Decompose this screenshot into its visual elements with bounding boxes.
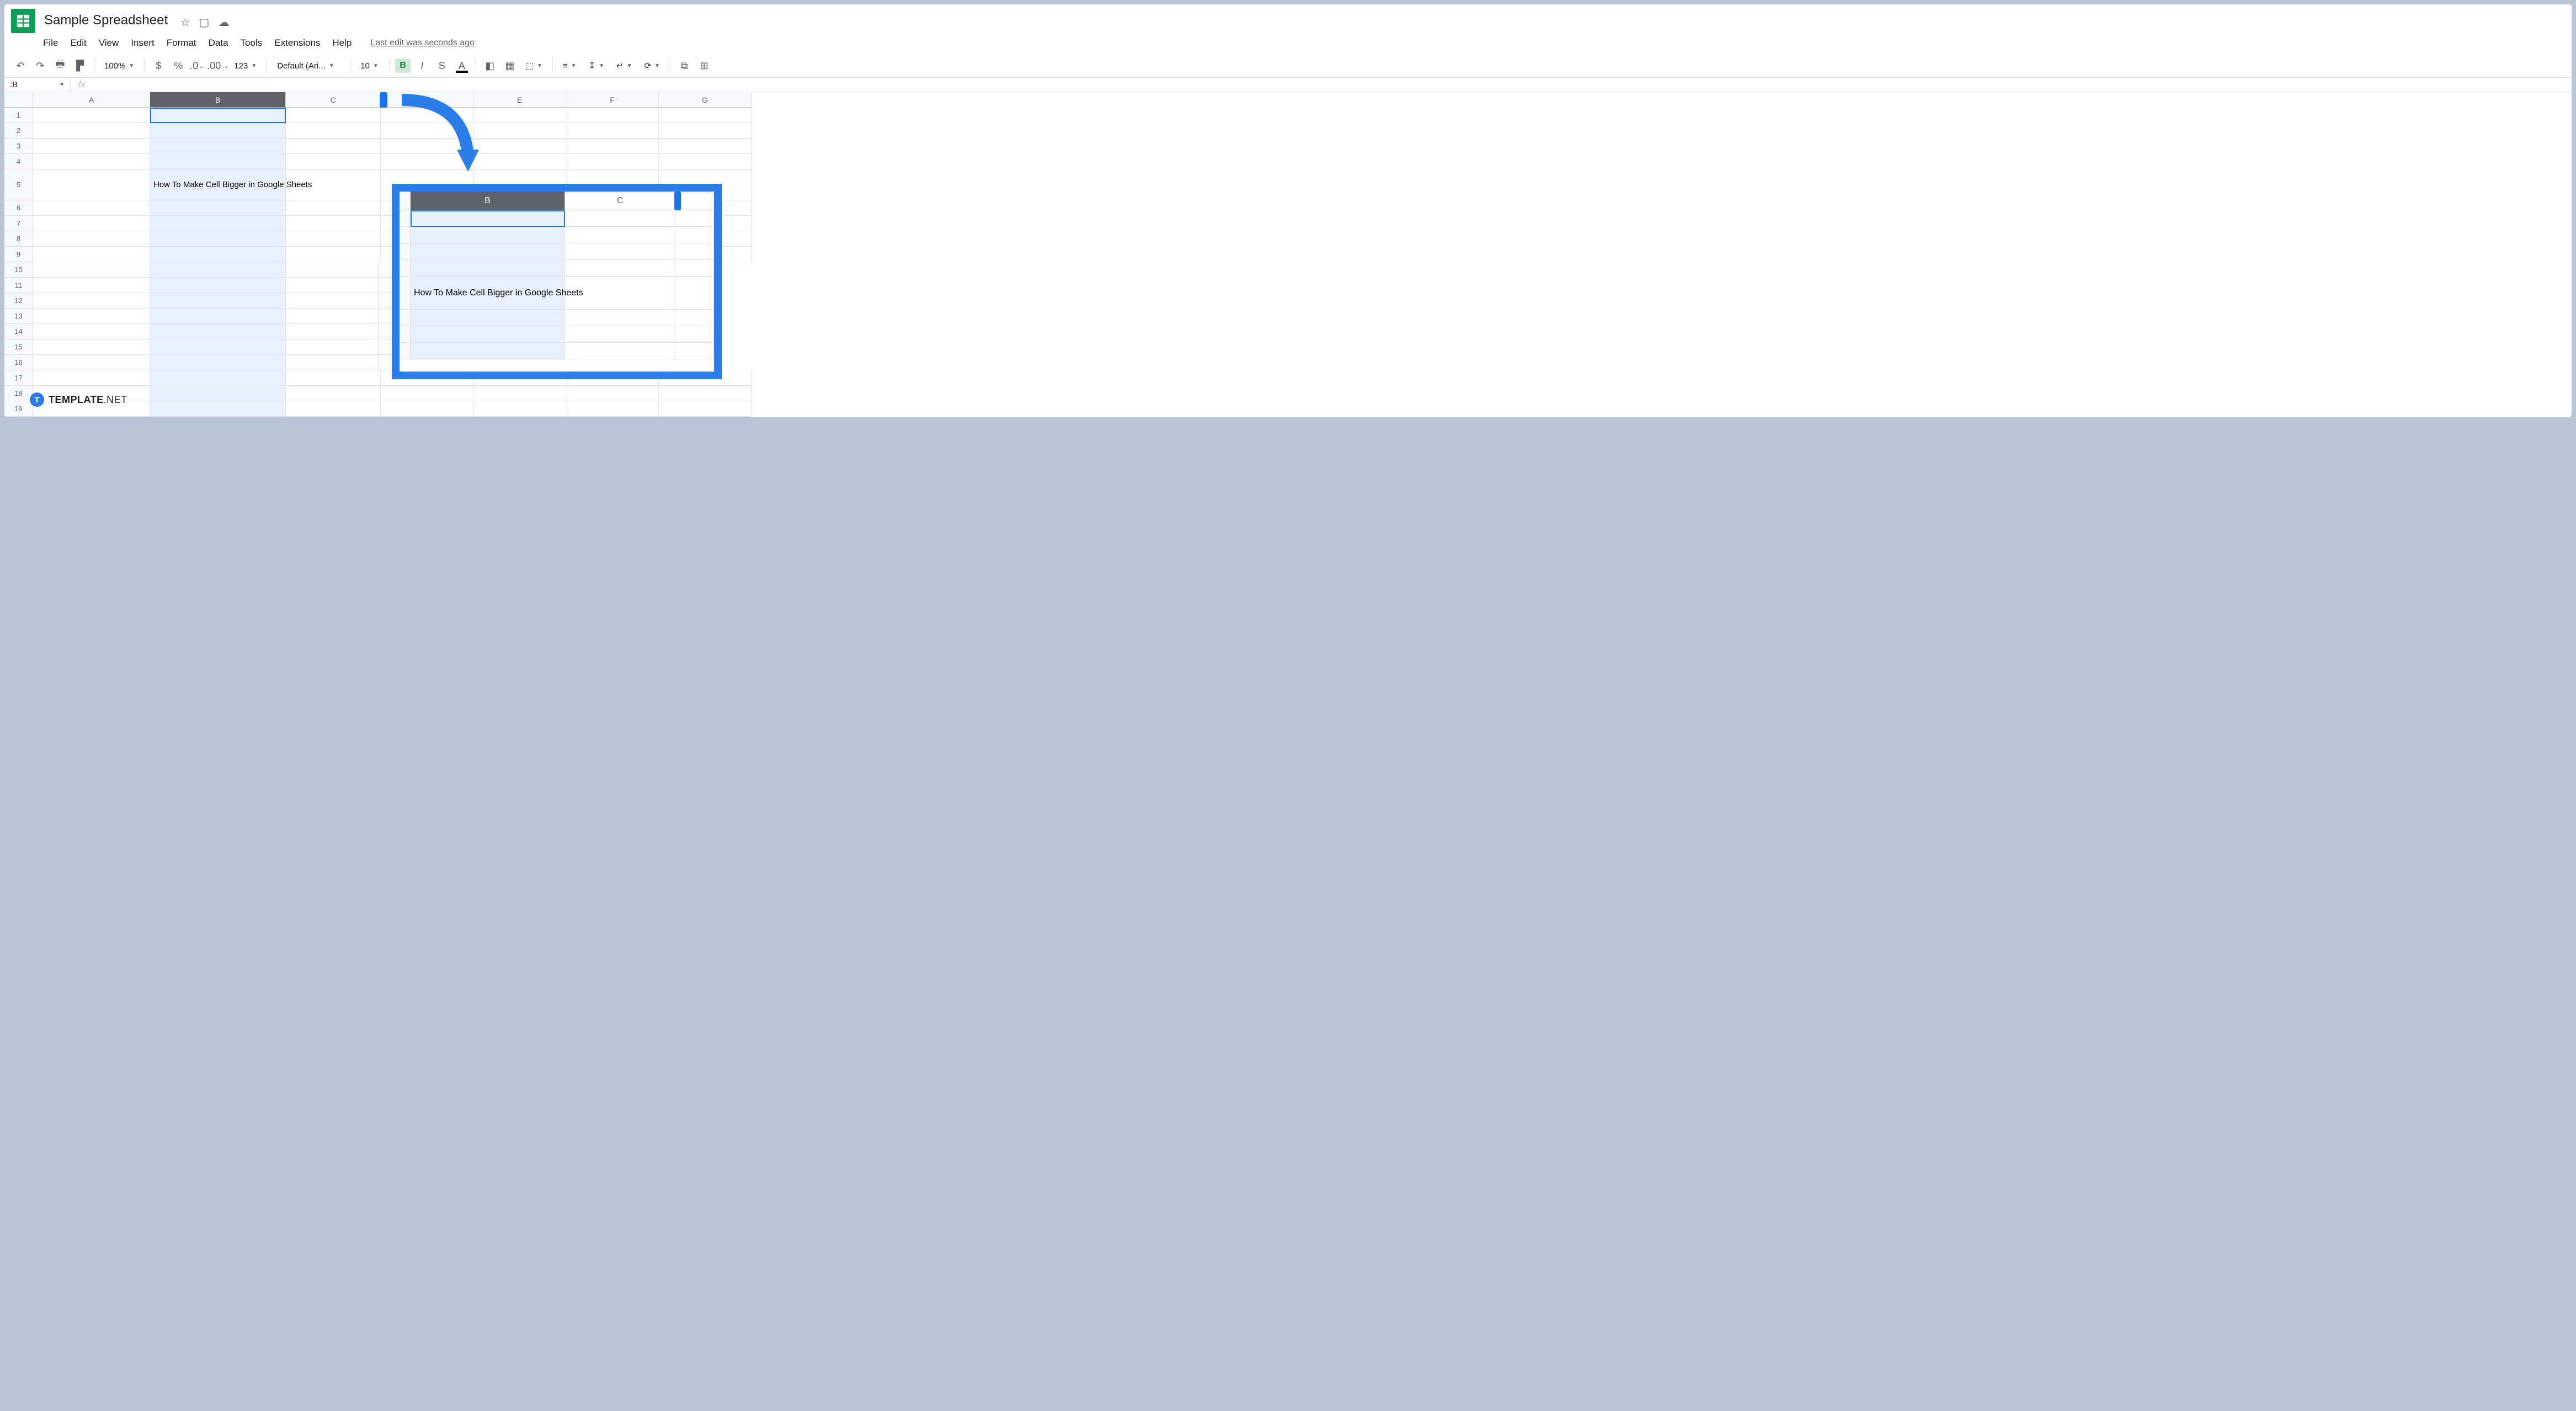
row-header-19[interactable]: 19 [4,401,33,417]
formula-bar: :B▼ fx [4,78,2572,92]
zoom-dropdown[interactable]: 100%▼ [100,61,139,71]
redo-button[interactable]: ↷ [32,57,49,74]
fx-icon: fx [71,80,93,90]
decrease-decimal-button[interactable]: .0← [190,57,206,74]
row-header-16[interactable]: 16 [4,355,33,370]
row-header-3[interactable]: 3 [4,139,33,154]
italic-button[interactable]: I [414,57,430,74]
star-icon[interactable]: ☆ [180,15,190,29]
horizontal-align-dropdown[interactable]: ≡▼ [558,61,581,71]
strikethrough-button[interactable]: S [434,57,450,74]
last-edit-link[interactable]: Last edit was seconds ago [365,36,480,50]
menu-help[interactable]: Help [327,35,357,51]
arrow-icon [391,92,490,188]
print-button[interactable]: 🖶 [52,57,68,74]
document-title[interactable]: Sample Spreadsheet [41,12,171,29]
merge-cells-dropdown[interactable]: ⬚▼ [521,61,547,71]
menu-tools[interactable]: Tools [235,35,268,51]
inset-cell-b1 [411,210,565,227]
inset-col-header-b[interactable]: B [411,192,565,210]
currency-button[interactable]: $ [150,57,167,74]
toolbar: ↶ ↷ 🖶 ▛ 100%▼ $ % .0← .00→ 123▼ Default … [4,54,2572,78]
inset-cell-b5: How To Make Cell Bigger in Google Sheets [411,277,565,310]
cell-b5: How To Make Cell Bigger in Google Sheets [150,169,286,200]
watermark: T TEMPLATE.NET [30,392,127,407]
percent-button[interactable]: % [170,57,187,74]
menu-edit[interactable]: Edit [65,35,92,51]
col-header-a[interactable]: A [33,92,150,108]
col-header-f[interactable]: F [566,92,659,108]
watermark-badge-icon: T [30,392,44,407]
spreadsheet-grid: A B C D E F G 1 2 3 4 5 6 7 8 9 10 11 12 [4,92,2572,417]
row-header-12[interactable]: 12 [4,293,33,309]
row-header-10[interactable]: 10 [4,262,33,278]
cloud-status-icon[interactable]: ☁ [218,15,229,29]
inset-resize-handle[interactable] [674,192,681,210]
row-header-2[interactable]: 2 [4,123,33,139]
menu-extensions[interactable]: Extensions [269,35,326,51]
row-header-17[interactable]: 17 [4,370,33,386]
number-format-dropdown[interactable]: 123▼ [230,61,261,71]
row-header-13[interactable]: 13 [4,309,33,324]
paint-format-button[interactable]: ▛ [72,57,88,74]
increase-decimal-button[interactable]: .00→ [210,57,226,74]
row-header-18[interactable]: 18 [4,386,33,401]
insert-comment-button[interactable]: ⊞ [696,57,712,74]
row-header-4[interactable]: 4 [4,154,33,169]
vertical-align-dropdown[interactable]: ↧▼ [584,61,609,71]
font-dropdown[interactable]: Default (Ari...▼ [273,61,344,71]
text-rotation-dropdown[interactable]: ⟳▼ [640,61,664,71]
row-header-1[interactable]: 1 [4,108,33,123]
menu-format[interactable]: Format [161,35,202,51]
titlebar: Sample Spreadsheet ☆ ▢ ☁ [4,4,2572,34]
font-size-dropdown[interactable]: 10▼ [356,61,384,71]
borders-button[interactable]: ▦ [502,57,518,74]
menubar: File Edit View Insert Format Data Tools … [4,34,2572,54]
sheets-logo-icon[interactable] [11,9,35,33]
row-header-7[interactable]: 7 [4,216,33,231]
row-header-8[interactable]: 8 [4,231,33,247]
row-header-5[interactable]: 5 [4,169,33,200]
fill-color-button[interactable]: ◧ [482,57,498,74]
title-area: Sample Spreadsheet ☆ ▢ ☁ [41,13,2563,29]
menu-insert[interactable]: Insert [125,35,160,51]
insert-link-button[interactable]: ⧉ [676,57,693,74]
inset-col-header-c[interactable]: C [565,192,675,210]
row-header-15[interactable]: 15 [4,340,33,355]
text-color-button[interactable]: A [454,57,470,74]
row-header-9[interactable]: 9 [4,247,33,262]
col-header-b[interactable]: B [150,92,286,108]
watermark-text: TEMPLATE.NET [49,394,127,406]
row-header-6[interactable]: 6 [4,200,33,216]
row-header-11[interactable]: 11 [4,278,33,293]
col-header-c[interactable]: C [286,92,381,108]
inset-preview: B C How To Make Cell Bigger in Google Sh… [392,184,722,379]
menu-data[interactable]: Data [203,35,234,51]
menu-view[interactable]: View [93,35,125,51]
column-headers: A B C D E F G [4,92,2572,108]
text-wrap-dropdown[interactable]: ↵▼ [612,61,636,71]
column-resize-handle[interactable] [380,92,387,108]
undo-button[interactable]: ↶ [12,57,29,74]
row-headers: 1 2 3 4 5 6 7 8 9 10 11 12 13 14 15 16 1… [4,108,33,417]
app-window: Sample Spreadsheet ☆ ▢ ☁ File Edit View … [4,4,2572,417]
col-header-g[interactable]: G [659,92,752,108]
move-icon[interactable]: ▢ [199,15,210,29]
row-header-14[interactable]: 14 [4,324,33,340]
cell-b1 [150,108,286,123]
name-box[interactable]: :B▼ [4,78,71,92]
menu-file[interactable]: File [38,35,63,51]
bold-button[interactable]: B [395,59,411,73]
select-all-corner[interactable] [4,92,33,108]
